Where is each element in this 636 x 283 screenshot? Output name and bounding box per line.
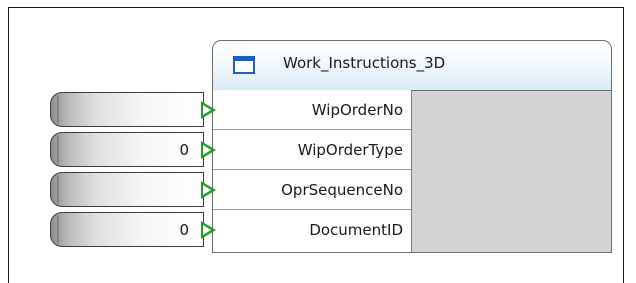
input-connector-icon[interactable] [201,141,216,159]
port-label: WipOrderType [297,141,403,159]
input-connector-icon[interactable] [201,101,216,119]
port-label: DocumentID [309,221,403,239]
component-node[interactable]: Work_Instructions_3D WipOrderNo WipOrder… [212,40,612,253]
window-icon [233,56,255,74]
port-row-documentid[interactable]: DocumentID [213,210,411,250]
input-value-text: 0 [179,221,189,239]
input-connector-icon[interactable] [201,181,216,199]
input-connector-icon[interactable] [201,221,216,239]
component-title: Work_Instructions_3D [283,54,446,72]
port-list: WipOrderNo WipOrderType OprSequenceNo Do… [212,90,411,253]
port-row-wipordertype[interactable]: WipOrderType [213,130,411,170]
port-row-wiporderno[interactable]: WipOrderNo [213,90,411,130]
input-value-text: 0 [179,141,189,159]
canvas-border-left [8,7,9,283]
port-row-oprsequenceno[interactable]: OprSequenceNo [213,170,411,210]
port-label: WipOrderNo [311,101,403,119]
input-value-wiporderno[interactable] [50,92,204,127]
canvas-border-top [8,7,623,8]
component-header[interactable]: Work_Instructions_3D [212,40,612,90]
input-value-oprsequenceno[interactable] [50,172,204,207]
component-body [411,90,612,253]
input-value-wipordertype[interactable]: 0 [50,132,204,167]
mapping-canvas: 0 0 Work_Instructions_3D WipOrderNo WipO… [0,0,636,283]
port-label: OprSequenceNo [281,181,403,199]
canvas-border-right [623,7,624,283]
input-value-documentid[interactable]: 0 [50,212,204,247]
